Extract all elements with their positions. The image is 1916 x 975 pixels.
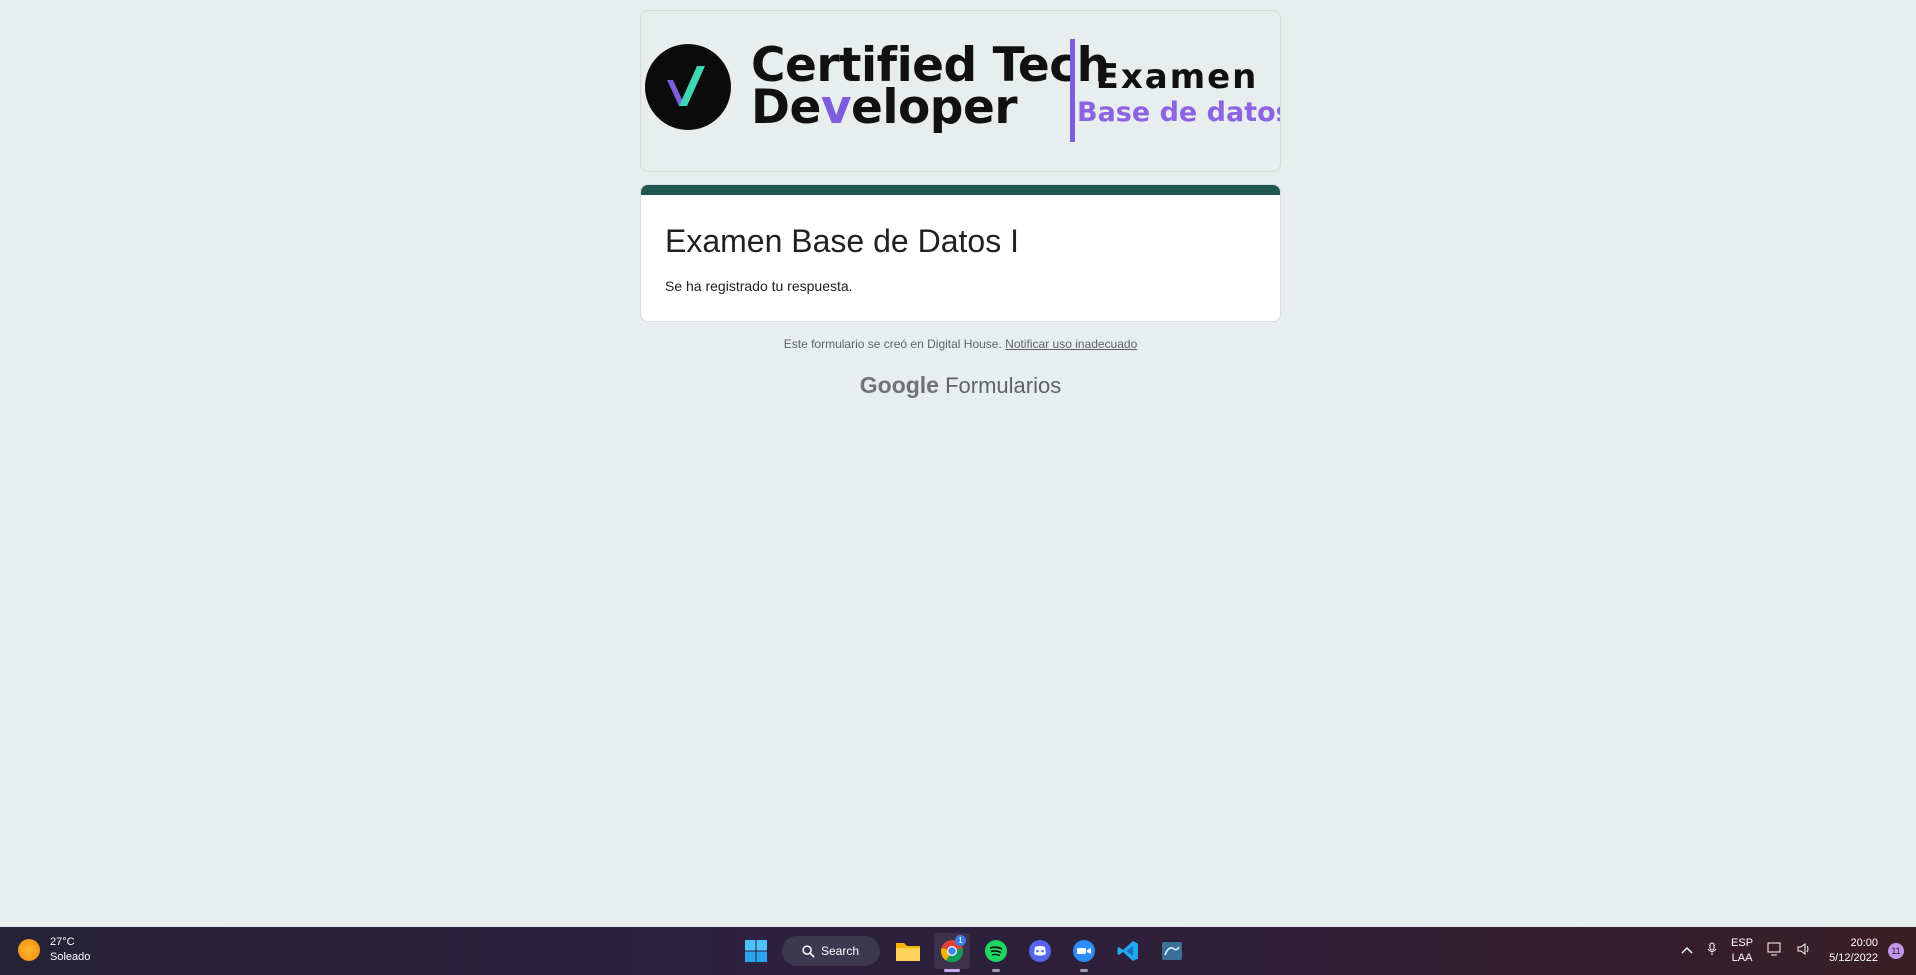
taskbar-search[interactable]: Search — [782, 936, 880, 966]
confirmation-message: Se ha registrado tu respuesta. — [665, 278, 853, 294]
taskbar-apps: Search 1 — [738, 933, 1198, 972]
mysql-workbench-icon — [1162, 942, 1182, 960]
chrome-notification-badge: 1 — [955, 935, 966, 946]
system-tray: ESP LAA 20:00 5/12/2022 11 — [1667, 927, 1916, 975]
banner-divider — [1070, 39, 1075, 142]
discord-button[interactable] — [1022, 933, 1058, 969]
title-line-2: Developer — [751, 80, 1018, 135]
folder-icon — [896, 943, 920, 961]
file-explorer-button[interactable] — [890, 933, 926, 969]
show-hidden-icons-chevron-icon[interactable] — [1681, 944, 1693, 959]
exam-label: Examen — [1095, 57, 1259, 97]
google-forms-logo[interactable]: Google Formularios — [640, 372, 1281, 399]
weather-widget[interactable]: 27°C Soleado — [18, 935, 90, 965]
certified-tech-developer-title: Certified Tech Developer — [751, 42, 1110, 135]
keyboard-layout: LAA — [1731, 952, 1753, 964]
footer-note: Este formulario se creó en Digital House… — [640, 337, 1281, 351]
search-label: Search — [821, 944, 860, 958]
vscode-button[interactable] — [1110, 933, 1146, 969]
zoom-button[interactable] — [1066, 933, 1102, 972]
zoom-icon — [1073, 940, 1095, 962]
checkmark-logo-icon — [667, 66, 705, 106]
search-icon — [802, 944, 815, 958]
windows-start-icon — [745, 940, 767, 962]
google-wordmark: Google — [859, 372, 939, 398]
windows-taskbar: 27°C Soleado Search 1 ESP LAA 20:00 5/12… — [0, 927, 1916, 975]
exam-subject: Base de datos — [1077, 97, 1281, 128]
language-indicator[interactable]: ESP LAA — [1731, 936, 1753, 966]
digital-house-logo — [645, 44, 731, 130]
card-accent-bar — [641, 185, 1280, 195]
spotify-button[interactable] — [978, 933, 1014, 972]
mysql-workbench-button[interactable] — [1154, 933, 1190, 969]
form-title: Examen Base de Datos I — [665, 223, 1019, 259]
microphone-icon[interactable] — [1707, 942, 1717, 961]
clock-time: 20:00 — [1850, 937, 1878, 949]
sun-icon — [18, 939, 40, 961]
clock[interactable]: 20:00 5/12/2022 — [1829, 936, 1878, 966]
clock-date: 5/12/2022 — [1829, 952, 1878, 964]
spotify-icon — [985, 940, 1007, 962]
discord-icon — [1029, 940, 1051, 962]
notification-center-badge[interactable]: 11 — [1888, 943, 1904, 959]
report-abuse-link[interactable]: Notificar uso inadecuado — [1005, 337, 1137, 351]
forms-wordmark: Formularios — [945, 373, 1062, 398]
footer-note-text: Este formulario se creó en Digital House… — [783, 337, 1002, 351]
volume-icon[interactable] — [1797, 942, 1811, 961]
weather-temperature: 27°C — [50, 936, 75, 948]
vscode-icon — [1117, 941, 1138, 961]
language-code: ESP — [1731, 937, 1754, 949]
chrome-button[interactable]: 1 — [934, 933, 970, 972]
start-button[interactable] — [738, 933, 774, 969]
weather-description: Soleado — [50, 951, 91, 963]
confirmation-card: Examen Base de Datos I Se ha registrado … — [640, 184, 1281, 322]
network-icon[interactable] — [1767, 942, 1783, 961]
form-header-banner: Certified Tech Developer Examen Base de … — [640, 10, 1281, 172]
